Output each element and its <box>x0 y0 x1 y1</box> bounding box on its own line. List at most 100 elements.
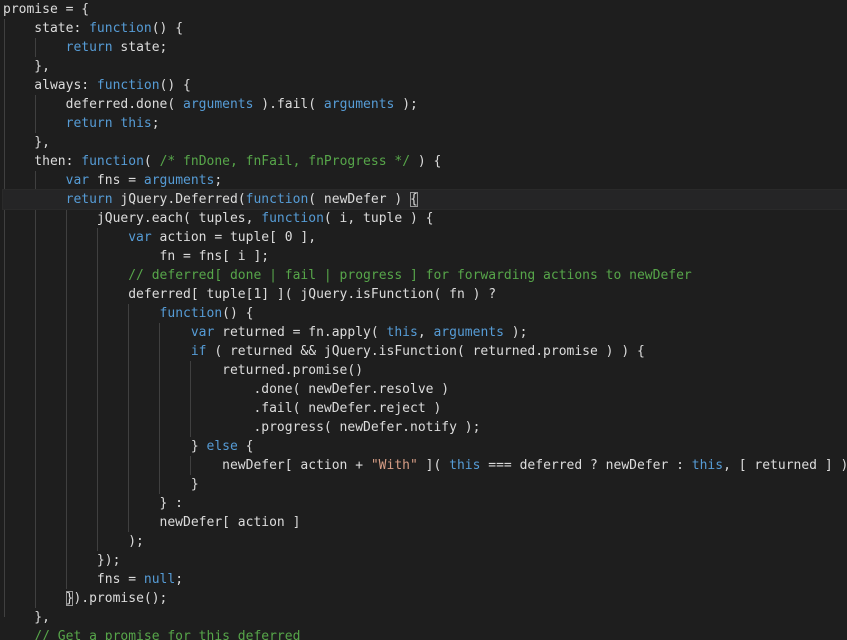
code-line[interactable]: then: function( /* fnDone, fnFail, fnPro… <box>3 152 847 171</box>
code-token: newDefer[ action + <box>3 458 371 473</box>
code-token: deferred.done( <box>3 97 184 112</box>
code-token: }, <box>3 135 50 150</box>
code-line[interactable]: ); <box>3 532 847 551</box>
code-line[interactable]: } : <box>3 494 847 513</box>
code-line[interactable]: state: function() { <box>3 19 847 38</box>
comment-token: /* fnDone, fnFail, fnProgress */ <box>159 154 411 169</box>
code-line[interactable]: }).promise(); <box>3 589 847 608</box>
keyword-token: else <box>206 439 238 454</box>
code-line[interactable]: // Get a promise for this deferred <box>3 627 847 640</box>
keyword-token: if <box>190 344 207 359</box>
keyword-token: function <box>159 306 223 321</box>
code-line[interactable]: var action = tuple[ 0 ], <box>3 228 847 247</box>
code-token: } <box>3 439 207 454</box>
keyword-token: arguments <box>183 97 254 112</box>
code-token: , <box>417 325 434 340</box>
code-token: ).fail( <box>253 97 324 112</box>
code-token: then: <box>3 154 82 169</box>
keyword-token: arguments <box>433 325 504 340</box>
code-line[interactable]: returned.promise() <box>3 361 847 380</box>
code-line[interactable]: }); <box>3 551 847 570</box>
code-line[interactable]: newDefer[ action ] <box>3 513 847 532</box>
keyword-token: null <box>143 572 176 587</box>
code-token: ( i, tuple ) { <box>323 211 434 226</box>
code-token: jQuery.Deferred( <box>112 192 246 207</box>
code-token: }); <box>3 553 121 568</box>
code-line[interactable]: }, <box>3 608 847 627</box>
string-token: "With" <box>370 458 418 473</box>
keyword-token: this <box>691 458 724 473</box>
code-token: ; <box>175 572 184 587</box>
code-line[interactable]: jQuery.each( tuples, function( i, tuple … <box>3 209 847 228</box>
code-line[interactable]: fn = fns[ i ]; <box>3 247 847 266</box>
code-line[interactable]: } <box>3 475 847 494</box>
code-line[interactable]: always: function() { <box>3 76 847 95</box>
code-line[interactable]: return state; <box>3 38 847 57</box>
keyword-token: return <box>65 192 113 207</box>
code-token: ( newDefer ) <box>308 192 411 207</box>
code-token: () { <box>159 78 191 93</box>
code-line[interactable]: }, <box>3 133 847 152</box>
keyword-token: var <box>128 230 152 245</box>
code-line[interactable]: function() { <box>3 304 847 323</box>
code-line[interactable]: fns = null; <box>3 570 847 589</box>
code-token: () { <box>151 21 184 36</box>
code-token: }, <box>3 59 50 74</box>
code-line[interactable]: deferred.done( arguments ).fail( argumen… <box>3 95 847 114</box>
code-token: state: <box>3 21 90 36</box>
code-area[interactable]: promise = { state: function() { return s… <box>1 0 847 640</box>
code-token: }, <box>3 610 50 625</box>
keyword-token: var <box>190 325 215 340</box>
code-token: always: <box>3 78 97 93</box>
code-token: ( <box>143 154 160 169</box>
code-line[interactable]: var fns = arguments; <box>3 171 847 190</box>
code-token: ]( <box>417 458 450 473</box>
code-line[interactable]: var returned = fn.apply( this, arguments… <box>3 323 847 342</box>
code-line[interactable]: return jQuery.Deferred(function( newDefe… <box>1 189 847 210</box>
code-token: .done( newDefer.resolve ) <box>3 382 450 397</box>
code-token: returned = fn.apply( <box>214 325 387 340</box>
keyword-token: return <box>65 40 113 55</box>
keyword-token: function <box>81 154 144 169</box>
code-token: } : <box>3 496 184 511</box>
code-line[interactable]: newDefer[ action + "With" ]( this === de… <box>3 456 847 475</box>
keyword-token: function <box>89 21 152 36</box>
code-token: jQuery.each( tuples, <box>3 211 262 226</box>
code-token: deferred[ tuple[1] ]( jQuery.isFunction(… <box>3 287 497 302</box>
matched-bracket: { <box>410 192 418 207</box>
keyword-token: arguments <box>143 173 215 188</box>
code-line[interactable]: if ( returned && jQuery.isFunction( retu… <box>3 342 847 361</box>
code-line[interactable]: .done( newDefer.resolve ) <box>3 380 847 399</box>
comment-token: // deferred[ done | fail | progress ] fo… <box>128 268 692 283</box>
code-line[interactable]: } else { <box>3 437 847 456</box>
code-token: action = tuple[ 0 ], <box>151 230 317 245</box>
code-token: returned.promise() <box>3 363 364 378</box>
code-token: ; <box>151 116 160 131</box>
code-line[interactable]: promise = { <box>3 0 847 19</box>
code-line[interactable]: .progress( newDefer.notify ); <box>3 418 847 437</box>
code-token: .fail( newDefer.reject ) <box>3 401 442 416</box>
code-token: ); <box>394 97 418 112</box>
code-token: fns = <box>89 173 144 188</box>
code-line[interactable]: deferred[ tuple[1] ]( jQuery.isFunction(… <box>3 285 847 304</box>
code-editor[interactable]: promise = { state: function() { return s… <box>0 0 847 640</box>
code-line[interactable]: // deferred[ done | fail | progress ] fo… <box>3 266 847 285</box>
code-line[interactable]: .fail( newDefer.reject ) <box>3 399 847 418</box>
code-line[interactable]: return this; <box>3 114 847 133</box>
code-token: fn = fns[ i ]; <box>3 249 270 264</box>
code-token: ; <box>214 173 223 188</box>
keyword-token: this <box>386 325 418 340</box>
code-token: ).promise(); <box>73 591 168 606</box>
code-token: ); <box>503 325 528 340</box>
code-token: .progress( newDefer.notify ); <box>3 420 481 435</box>
code-line[interactable]: }, <box>3 57 847 76</box>
keyword-token: function <box>96 78 160 93</box>
keyword-token: this <box>120 116 152 131</box>
